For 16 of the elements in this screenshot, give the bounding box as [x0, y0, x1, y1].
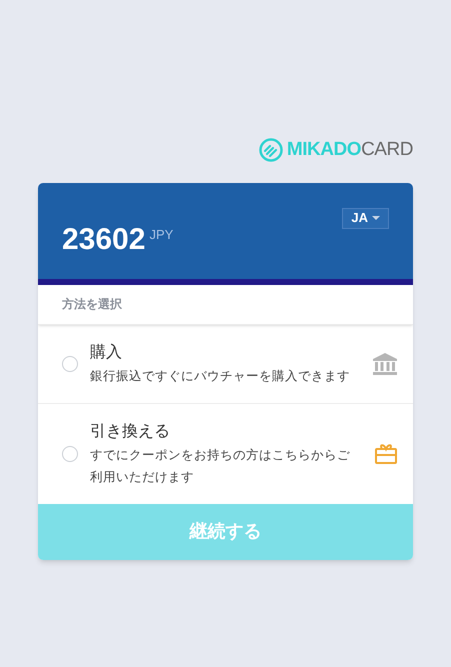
gift-icon: [375, 444, 397, 464]
logo-icon: [258, 138, 283, 162]
option-title: 引き換える: [90, 422, 171, 442]
language-dropdown[interactable]: JA: [342, 208, 389, 228]
bank-icon: [373, 352, 397, 374]
option-description: すでにクーポンをお持ちの方はこちらからご利用いただけます: [90, 446, 351, 486]
caret-icon: [372, 216, 380, 220]
currency: JPY: [149, 226, 174, 244]
section-label: 方法を選択: [62, 296, 122, 313]
option-title: 購入: [90, 342, 123, 362]
logo-text: MIKADOCARD: [286, 138, 413, 162]
amount: 23602: [62, 224, 146, 254]
payment-option[interactable]: 購入 銀行振込ですぐにバウチャーを購入できます: [38, 324, 413, 402]
radio-button[interactable]: [62, 356, 78, 372]
radio-button[interactable]: [62, 446, 78, 462]
option-description: 銀行振込ですぐにバウチャーを購入できます: [90, 368, 351, 384]
